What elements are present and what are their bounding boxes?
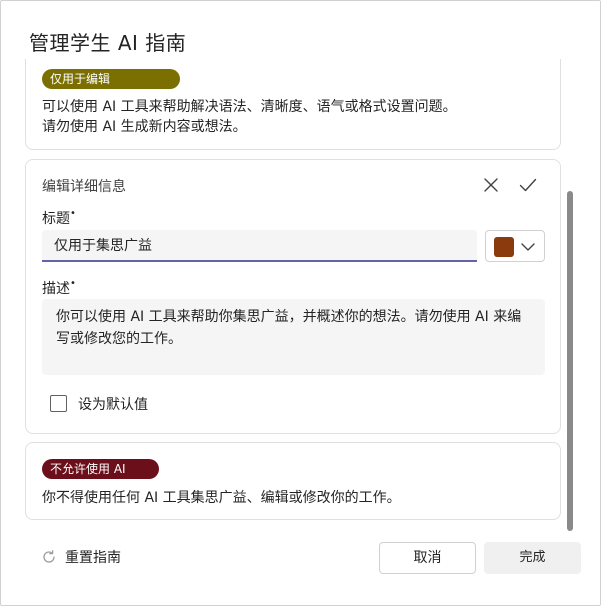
manage-ai-guidelines-dialog: 管理学生 AI 指南 仅用于编辑 可以使用 AI 工具来帮助解决语法、清晰度、语… [0, 0, 601, 606]
guideline-description: 请勿使用 AI 生成新内容或想法。 [42, 119, 247, 135]
title-input[interactable] [42, 230, 477, 262]
guideline-badge: 不允许使用 AI [42, 459, 159, 479]
checkmark-icon[interactable] [517, 174, 539, 196]
done-button[interactable]: 完成 [484, 542, 581, 574]
edit-guideline-card: 编辑详细信息 标题• 描述• [25, 159, 561, 434]
cancel-button[interactable]: 取消 [379, 542, 476, 574]
vertical-scrollbar[interactable] [567, 191, 573, 531]
guideline-description: 可以使用 AI 工具来帮助解决语法、清晰度、语气或格式设置问题。 [42, 99, 457, 115]
refresh-icon [41, 549, 57, 565]
edit-details-heading: 编辑详细信息 [42, 179, 126, 195]
required-marker: • [70, 278, 76, 289]
guidelines-scroll-area: 仅用于编辑 可以使用 AI 工具来帮助解决语法、清晰度、语气或格式设置问题。 请… [1, 59, 591, 529]
description-textarea[interactable]: 你可以使用 AI 工具来帮助你集思广益，并概述你的想法。请勿使用 AI 来编写或… [42, 299, 545, 375]
chevron-down-icon [520, 240, 536, 254]
guideline-card-editing-only[interactable]: 仅用于编辑 可以使用 AI 工具来帮助解决语法、清晰度、语气或格式设置问题。 请… [25, 59, 561, 150]
title-label: 标题• [42, 208, 76, 228]
description-label-text: 描述 [42, 281, 70, 297]
dialog-title: 管理学生 AI 指南 [29, 31, 187, 55]
scrollbar-thumb[interactable] [567, 191, 573, 531]
set-default-label: 设为默认值 [78, 397, 148, 413]
guideline-description: 你不得使用任何 AI 工具集思广益、编辑或修改你的工作。 [42, 490, 401, 506]
reset-guidelines-label: 重置指南 [65, 550, 121, 566]
guideline-card-no-ai[interactable]: 不允许使用 AI 你不得使用任何 AI 工具集思广益、编辑或修改你的工作。 [25, 442, 561, 520]
guideline-badge: 仅用于编辑 [42, 69, 180, 89]
required-marker: • [70, 208, 76, 219]
close-icon[interactable] [480, 174, 502, 196]
color-picker-dropdown[interactable] [485, 230, 545, 262]
color-swatch [494, 237, 514, 257]
description-label: 描述• [42, 278, 76, 298]
set-default-checkbox[interactable] [50, 395, 67, 412]
title-label-text: 标题 [42, 211, 70, 227]
